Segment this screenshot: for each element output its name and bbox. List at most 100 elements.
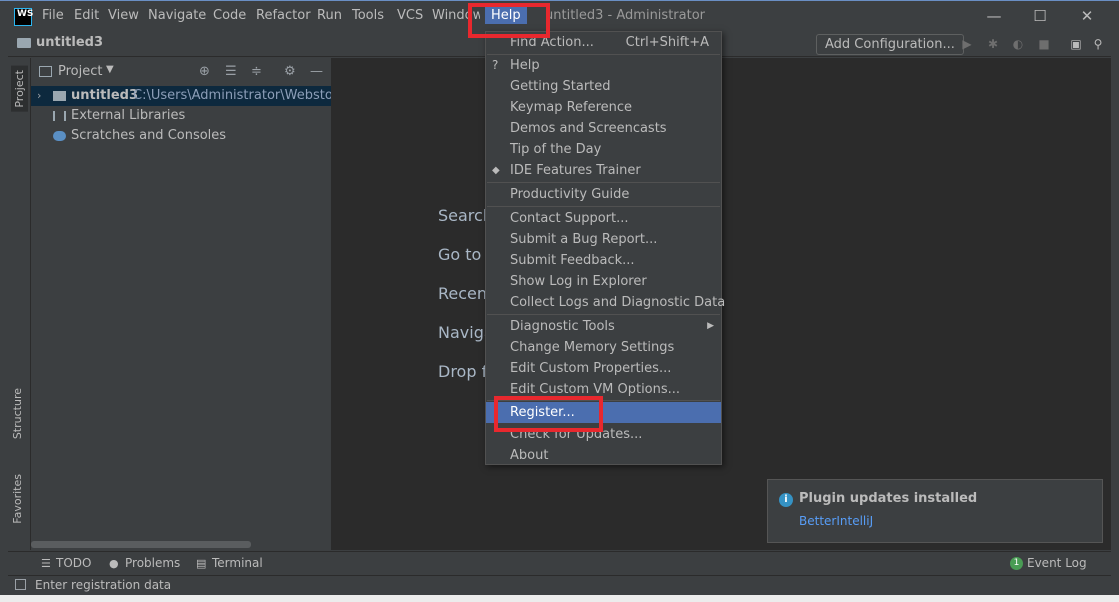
menu-separator [487,182,720,183]
expand-all-icon[interactable]: ☰ [225,64,237,79]
run-icon[interactable]: ▶ [960,37,974,51]
bottom-tool-bar: ☰ TODO ● Problems ▤ Terminal 1 Event Log [8,551,1111,575]
menu-item-edit-custom-properties[interactable]: Edit Custom Properties... [486,358,721,379]
folder-icon [17,38,31,48]
plugin-update-notification: i Plugin updates installed BetterIntelli… [767,479,1103,543]
info-icon: i [779,493,793,507]
tab-problems[interactable]: Problems [125,556,180,570]
window-frame-left [0,31,8,602]
todo-icon: ☰ [41,557,51,570]
maximize-button[interactable]: ☐ [1028,5,1052,27]
menu-separator [487,206,720,207]
highlight-box-register [494,396,603,432]
menu-item-submit-bug-report[interactable]: Submit a Bug Report... [486,229,721,250]
menu-item-shortcut: Ctrl+Shift+A [625,35,709,50]
menu-item-label: Productivity Guide [510,187,630,202]
project-structure-icon[interactable]: ▣ [1069,37,1083,51]
menu-file[interactable]: File [42,8,64,23]
menu-item-label: Diagnostic Tools [510,319,615,334]
menu-item-show-log[interactable]: Show Log in Explorer [486,271,721,292]
tree-item-label: Scratches and Consoles [71,128,227,143]
tab-favorites[interactable]: Favorites [11,474,24,524]
menu-tools[interactable]: Tools [352,8,384,23]
menu-item-demos[interactable]: Demos and Screencasts [486,118,721,139]
gear-icon[interactable]: ⚙ [284,64,296,79]
status-message: Enter registration data [35,578,172,592]
status-bar: Enter registration data [8,575,1111,595]
menu-item-label: Submit Feedback... [510,253,635,268]
menu-edit[interactable]: Edit [74,8,99,23]
tab-terminal[interactable]: Terminal [212,556,263,570]
search-icon[interactable]: ⚲ [1091,37,1105,51]
menu-item-help[interactable]: ? Help [486,55,721,76]
menu-run[interactable]: Run [317,8,342,23]
folder-icon [53,91,66,101]
menu-item-label: Demos and Screencasts [510,121,667,136]
menu-item-label: Contact Support... [510,211,629,226]
webstorm-logo-icon: WS [14,8,33,26]
menu-item-collect-logs[interactable]: Collect Logs and Diagnostic Data [486,292,725,313]
project-panel: Project ▼ ⊕ ☰ ≑ ⚙ — › untitled3 C:\Users… [31,58,331,550]
tree-item-external-libraries[interactable]: External Libraries [31,106,331,126]
menu-item-change-memory[interactable]: Change Memory Settings [486,337,721,358]
menu-item-label: Submit a Bug Report... [510,232,658,247]
chevron-down-icon[interactable]: ▼ [106,64,114,75]
tab-project[interactable]: Project [11,66,28,112]
highlight-box-help [468,3,550,38]
menu-vcs[interactable]: VCS [397,8,423,23]
menu-item-label: IDE Features Trainer [510,163,641,178]
tab-event-log[interactable]: Event Log [1027,556,1087,570]
menu-code[interactable]: Code [213,8,246,23]
tree-item-scratches[interactable]: Scratches and Consoles [31,126,331,146]
menu-refactor[interactable]: Refactor [256,8,311,23]
stop-icon[interactable]: ■ [1037,37,1051,51]
project-view-selector[interactable]: Project [58,64,102,79]
menu-item-label: Change Memory Settings [510,340,675,355]
menu-view[interactable]: View [108,8,139,23]
tree-item-path: C:\Users\Administrator\Webstorm [133,88,331,103]
coverage-icon[interactable]: ◐ [1011,37,1025,51]
menu-item-tip-of-the-day[interactable]: Tip of the Day [486,139,721,160]
menu-item-label: Tip of the Day [510,142,602,157]
tab-todo[interactable]: TODO [56,556,91,570]
project-panel-header: Project ▼ ⊕ ☰ ≑ ⚙ — [31,58,331,84]
menu-item-productivity-guide[interactable]: Productivity Guide [486,184,721,205]
left-tool-stripe: Project Structure Favorites [8,58,31,550]
locate-icon[interactable]: ⊕ [199,64,210,79]
chevron-right-icon[interactable]: › [37,86,41,106]
graduation-cap-icon: ◆ [492,165,500,176]
menu-item-submit-feedback[interactable]: Submit Feedback... [486,250,721,271]
horizontal-scrollbar[interactable] [31,541,251,548]
debug-icon[interactable]: ✱ [986,37,1000,51]
project-view-icon [39,66,52,77]
close-button[interactable]: ✕ [1075,5,1099,27]
tree-item-label: untitled3 [71,88,139,103]
toggle-tool-windows-icon[interactable] [15,579,26,590]
breadcrumb-project[interactable]: untitled3 [36,35,103,50]
collapse-all-icon[interactable]: ≑ [251,64,262,79]
menu-item-contact-support[interactable]: Contact Support... [486,208,721,229]
submenu-arrow-icon: ▶ [707,321,714,331]
notification-link[interactable]: BetterIntelliJ [799,514,873,528]
menu-item-getting-started[interactable]: Getting Started [486,76,721,97]
hint-goto: Go to [438,245,482,264]
title-bar: WS File Edit View Navigate Code Refactor… [0,0,1119,31]
tree-item-project-root[interactable]: › untitled3 C:\Users\Administrator\Webst… [31,86,331,106]
minimize-button[interactable]: — [982,5,1006,27]
hint-drop: Drop f [438,362,488,381]
problems-icon: ● [109,557,119,570]
tab-structure[interactable]: Structure [11,388,24,439]
menu-item-label: Help [510,58,540,73]
menu-item-about[interactable]: About [486,445,721,466]
menu-item-label: Show Log in Explorer [510,274,647,289]
add-configuration-button[interactable]: Add Configuration... [816,34,964,55]
menu-navigate[interactable]: Navigate [148,8,206,23]
menu-item-diagnostic-tools[interactable]: Diagnostic Tools ▶ [486,316,721,337]
menu-item-ide-features-trainer[interactable]: ◆ IDE Features Trainer [486,160,721,181]
menu-item-keymap-reference[interactable]: Keymap Reference [486,97,721,118]
hide-icon[interactable]: — [310,64,323,79]
menu-separator [487,314,720,315]
window-frame-right [1111,31,1119,602]
window-title: untitled3 - Administrator [545,8,705,23]
terminal-icon: ▤ [196,557,207,570]
